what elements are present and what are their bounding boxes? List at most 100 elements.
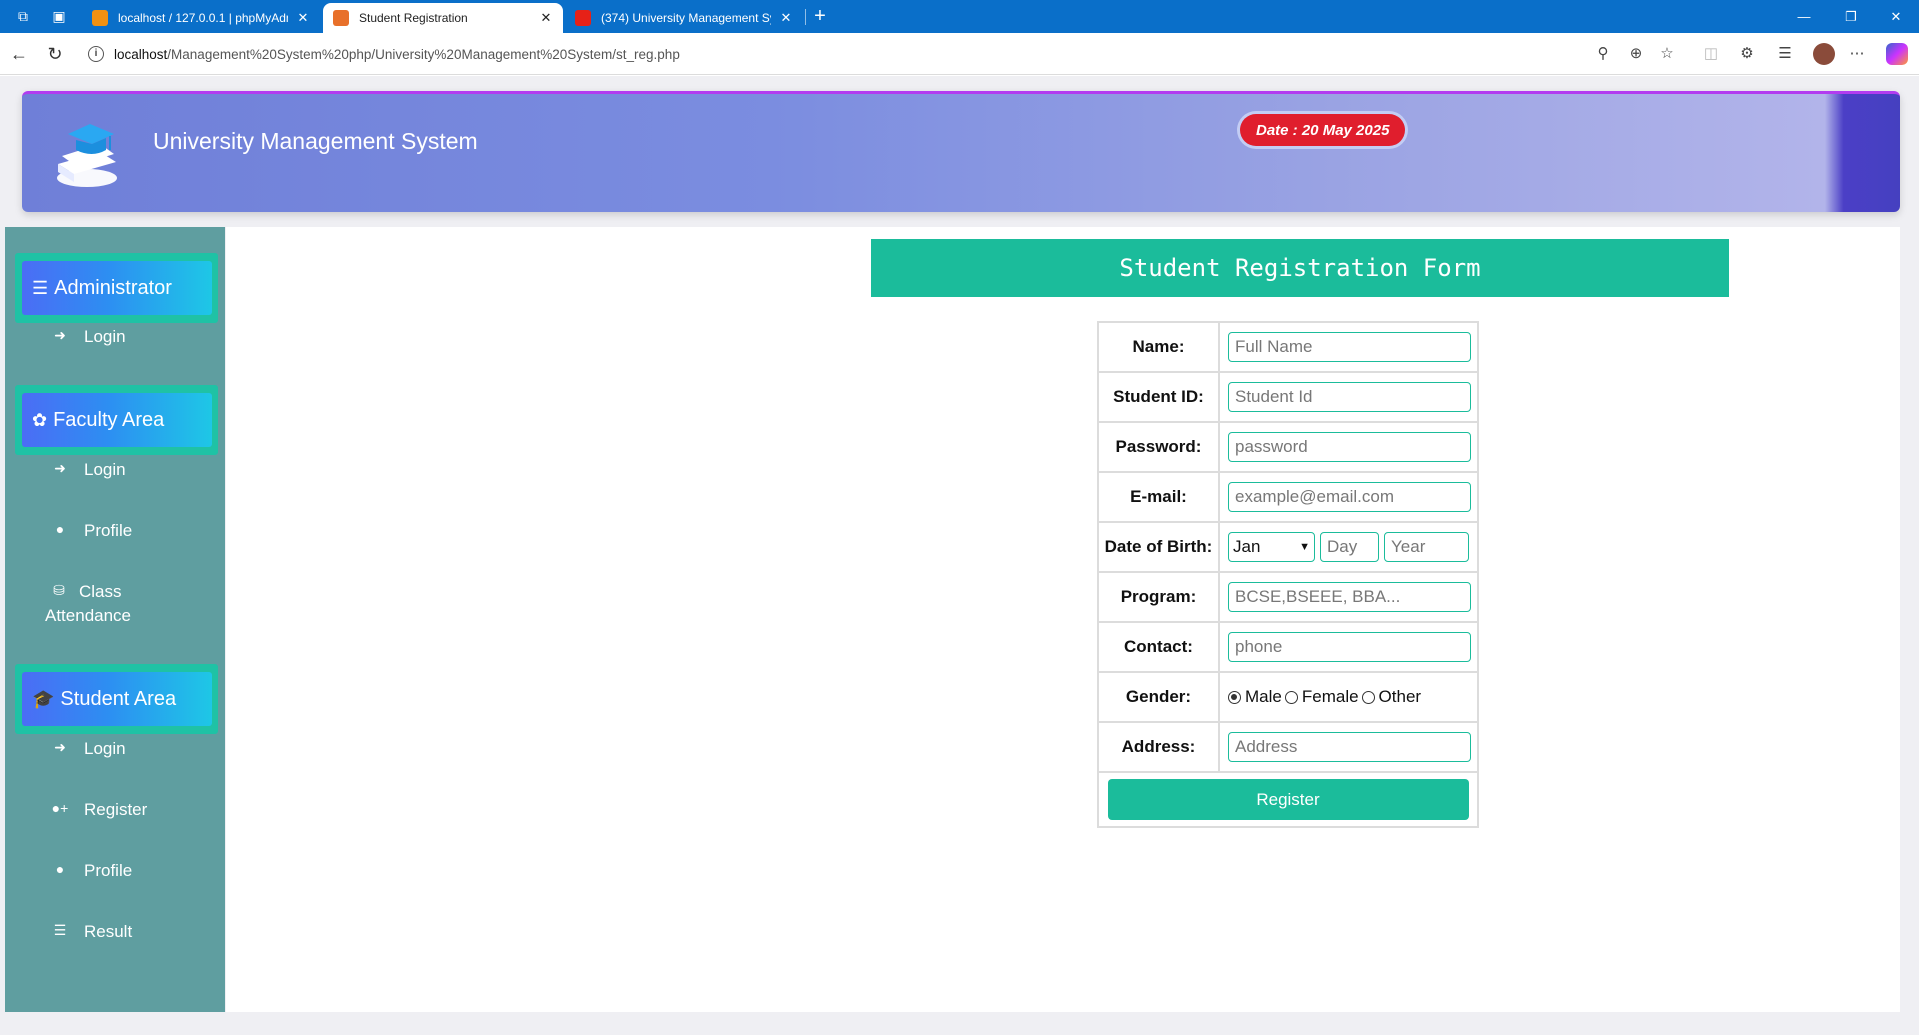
close-tab-icon[interactable]: ✕ bbox=[539, 10, 553, 26]
minimize-button[interactable]: — bbox=[1782, 0, 1826, 33]
workspaces-icon[interactable]: ⧉ bbox=[14, 7, 32, 25]
contact-input[interactable] bbox=[1228, 632, 1471, 662]
form-row-submit: Register bbox=[1097, 771, 1479, 828]
program-label: Program: bbox=[1097, 571, 1220, 623]
dob-day-input[interactable] bbox=[1320, 532, 1379, 562]
close-window-button[interactable]: ✕ bbox=[1874, 0, 1918, 33]
split-screen-icon[interactable]: ◫ bbox=[1702, 45, 1720, 63]
section-administrator: ☰ Administrator bbox=[15, 253, 218, 323]
form-heading: Student Registration Form bbox=[871, 239, 1729, 297]
url-field[interactable]: i localhost/Management%20System%20php/Un… bbox=[80, 38, 1688, 70]
tab-phpmyadmin[interactable]: localhost / 127.0.0.1 | phpMyAdm ✕ bbox=[82, 3, 320, 33]
url-path: /Management%20System%20php/University%20… bbox=[167, 46, 680, 62]
sign-in-icon: ➜ bbox=[54, 327, 66, 343]
dob-group: Jan ▼ bbox=[1228, 532, 1471, 562]
password-label: Password: bbox=[1097, 421, 1220, 473]
section-faculty: ✿ Faculty Area bbox=[15, 385, 218, 455]
user-icon: ● bbox=[55, 861, 65, 877]
user-icon: ● bbox=[55, 521, 65, 537]
registration-form: Name: Student ID: Password: E-mail: Date… bbox=[1097, 321, 1479, 828]
list-icon: ☰ bbox=[53, 922, 67, 938]
graduation-cap-icon: 🎓 bbox=[32, 688, 55, 709]
back-icon[interactable]: ← bbox=[8, 43, 30, 65]
phpmyadmin-favicon-icon bbox=[92, 10, 108, 26]
form-row-contact: Contact: bbox=[1097, 621, 1479, 673]
student-id-input[interactable] bbox=[1228, 382, 1471, 412]
site-title: University Management System bbox=[153, 128, 478, 154]
more-menu-icon[interactable]: ⋯ bbox=[1848, 45, 1866, 63]
sidebar-item-student-result[interactable]: ☰ Result bbox=[50, 920, 132, 944]
copilot-icon[interactable] bbox=[1886, 43, 1908, 65]
person-icon: ✿ bbox=[32, 409, 48, 430]
gender-male-option[interactable]: Male bbox=[1228, 687, 1282, 707]
sidebar-item-student-login[interactable]: ➜ Login bbox=[50, 737, 125, 761]
form-row-student-id: Student ID: bbox=[1097, 371, 1479, 423]
favorite-star-icon[interactable]: ☆ bbox=[1658, 45, 1676, 63]
tab-youtube[interactable]: (374) University Management Sys ✕ bbox=[565, 3, 803, 33]
radio-other[interactable] bbox=[1361, 690, 1375, 704]
sidebar-item-student-register[interactable]: ●+ Register bbox=[50, 798, 148, 822]
sign-in-icon: ➜ bbox=[54, 739, 66, 755]
sidebar-item-student-profile[interactable]: ● Profile bbox=[50, 859, 132, 883]
new-tab-button[interactable]: + bbox=[811, 6, 829, 26]
form-row-dob: Date of Birth: Jan ▼ bbox=[1097, 521, 1479, 573]
restore-button[interactable]: ❐ bbox=[1829, 0, 1873, 33]
database-icon: ⛁ bbox=[53, 582, 65, 598]
sidebar-item-class-attendance[interactable]: ⛁ Class Attendance bbox=[45, 580, 165, 628]
main-content: Student Registration Form Name: Student … bbox=[226, 227, 1900, 1012]
faculty-area-header[interactable]: ✿ Faculty Area bbox=[22, 393, 212, 447]
xampp-favicon-icon bbox=[333, 10, 349, 26]
form-row-gender: Gender: Male Female Other bbox=[1097, 671, 1479, 723]
form-row-name: Name: bbox=[1097, 321, 1479, 373]
browser-tab-bar: ⧉ ▣ localhost / 127.0.0.1 | phpMyAdm ✕ S… bbox=[0, 0, 1919, 33]
radio-female[interactable] bbox=[1284, 690, 1298, 704]
password-key-icon[interactable]: ⚲ bbox=[1594, 45, 1612, 63]
url-host: localhost bbox=[114, 46, 168, 62]
gender-female-option[interactable]: Female bbox=[1284, 687, 1359, 707]
form-row-password: Password: bbox=[1097, 421, 1479, 473]
close-tab-icon[interactable]: ✕ bbox=[779, 10, 793, 26]
server-icon: ☰ bbox=[32, 277, 49, 298]
name-input[interactable] bbox=[1228, 332, 1471, 362]
dob-year-input[interactable] bbox=[1384, 532, 1469, 562]
sign-in-icon: ➜ bbox=[54, 460, 66, 476]
gender-group: Male Female Other bbox=[1228, 687, 1471, 707]
user-plus-icon: ●+ bbox=[51, 800, 69, 816]
page: University Management System Date : 20 M… bbox=[0, 76, 1919, 1035]
program-input[interactable] bbox=[1228, 582, 1471, 612]
graduation-books-icon bbox=[57, 124, 117, 187]
address-input[interactable] bbox=[1228, 732, 1471, 762]
sidebar-item-admin-login[interactable]: ➜ Login bbox=[50, 325, 125, 349]
password-input[interactable] bbox=[1228, 432, 1471, 462]
extensions-icon[interactable]: ⚙ bbox=[1738, 45, 1756, 63]
site-info-icon[interactable]: i bbox=[88, 46, 104, 62]
close-tab-icon[interactable]: ✕ bbox=[296, 10, 310, 26]
gender-other-option[interactable]: Other bbox=[1361, 687, 1421, 707]
favorites-icon[interactable]: ☰ bbox=[1776, 45, 1794, 63]
student-area-header[interactable]: 🎓 Student Area bbox=[22, 672, 212, 726]
address-bar: ← ↻ i localhost/Management%20System%20ph… bbox=[0, 33, 1919, 75]
gender-label: Gender: bbox=[1097, 671, 1220, 723]
sidebar-item-faculty-profile[interactable]: ● Profile bbox=[50, 519, 132, 543]
form-row-email: E-mail: bbox=[1097, 471, 1479, 523]
refresh-icon[interactable]: ↻ bbox=[44, 43, 66, 65]
site-header: University Management System Date : 20 M… bbox=[22, 91, 1900, 212]
form-row-program: Program: bbox=[1097, 571, 1479, 623]
sidebar-item-faculty-login[interactable]: ➜ Login bbox=[50, 458, 125, 482]
youtube-favicon-icon bbox=[575, 10, 591, 26]
form-row-address: Address: bbox=[1097, 721, 1479, 773]
dob-label: Date of Birth: bbox=[1097, 521, 1220, 573]
zoom-icon[interactable]: ⊕ bbox=[1627, 45, 1645, 63]
section-student: 🎓 Student Area bbox=[15, 664, 218, 734]
tab-student-registration[interactable]: Student Registration ✕ bbox=[323, 3, 563, 33]
radio-male[interactable] bbox=[1228, 690, 1241, 704]
dob-month-select[interactable]: Jan ▼ bbox=[1228, 532, 1315, 562]
administrator-header[interactable]: ☰ Administrator bbox=[22, 261, 212, 315]
email-label: E-mail: bbox=[1097, 471, 1220, 523]
avatar[interactable] bbox=[1813, 43, 1835, 65]
tab-separator bbox=[805, 9, 806, 25]
tab-actions-icon[interactable]: ▣ bbox=[50, 7, 68, 25]
email-input[interactable] bbox=[1228, 482, 1471, 512]
contact-label: Contact: bbox=[1097, 621, 1220, 673]
register-button[interactable]: Register bbox=[1107, 779, 1469, 820]
